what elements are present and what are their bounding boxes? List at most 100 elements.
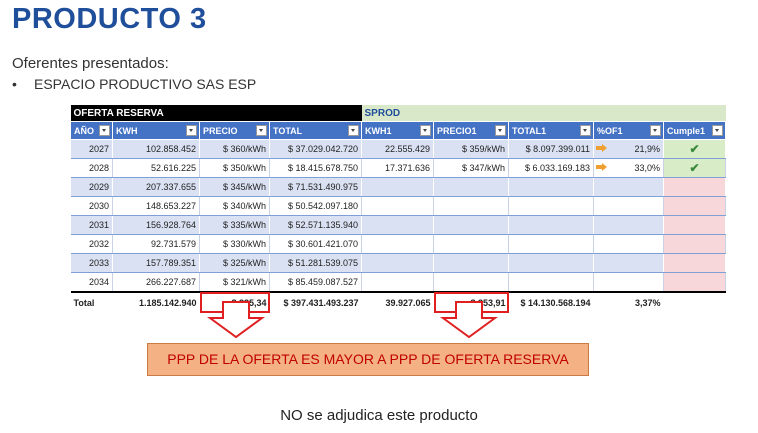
cell-precio: $ 321/kWh [199, 272, 270, 293]
cell-of1 [593, 253, 665, 273]
cell-kwh: 102.858.452 [112, 139, 200, 159]
cell-total: $ 30.601.421.070 [269, 234, 363, 254]
cell-precio: $ 340/kWh [199, 196, 270, 216]
column-header-label: TOTAL1 [512, 125, 547, 136]
column-header-año[interactable]: AÑO [70, 121, 113, 140]
cell-kwh1: 17.371.636 [361, 158, 435, 178]
cell-of1 [593, 215, 665, 235]
cell-year: 2031 [70, 215, 113, 235]
column-header-cumple1[interactable]: Cumple1 [663, 121, 727, 140]
offer-table-wrapper: OFERTA RESERVA SPROD AÑO KWH PRECIO TOTAL KW… [70, 105, 727, 313]
right-arrow-icon [596, 144, 608, 152]
filter-dropdown-icon[interactable] [580, 125, 592, 136]
right-arrow-icon [596, 163, 608, 171]
column-header-of1[interactable]: %OF1 [593, 121, 665, 140]
slide-title: PRODUCTO 3 [12, 3, 207, 35]
column-header-label: %OF1 [597, 125, 623, 136]
cell-total1: $ 8.097.399.011 [508, 139, 595, 159]
cell-cumple [663, 272, 727, 293]
cell-year: 2029 [70, 177, 113, 197]
cell-year: 2033 [70, 253, 113, 273]
group-header-oferta-reserva: OFERTA RESERVA [70, 105, 362, 122]
column-header-label: AÑO [74, 125, 94, 136]
cell-precio1: $ 359/kWh [433, 139, 510, 159]
filter-dropdown-icon[interactable] [712, 125, 724, 136]
cell-kwh: 52.616.225 [112, 158, 200, 178]
filter-dropdown-icon[interactable] [348, 125, 360, 136]
column-header-label: TOTAL [273, 125, 303, 136]
offer-table: OFERTA RESERVA SPROD AÑO KWH PRECIO TOTAL KW… [70, 105, 727, 313]
filter-dropdown-icon[interactable] [650, 125, 662, 136]
cell-cumple [663, 253, 727, 273]
column-header-kwh[interactable]: KWH [112, 121, 200, 140]
cell-kwh1 [361, 177, 435, 197]
column-header-precio[interactable]: PRECIO [199, 121, 270, 140]
column-header-row: AÑO KWH PRECIO TOTAL KWH1 PRECIO1 TOTAL1 %OF1 Cu… [70, 121, 727, 140]
cell-total1 [508, 196, 595, 216]
cell-cumple [663, 196, 727, 216]
cell-precio1 [433, 177, 510, 197]
cell-kwh: 266.227.687 [112, 272, 200, 293]
filter-dropdown-icon[interactable] [256, 125, 267, 136]
cell-total1 [508, 272, 595, 293]
column-header-kwh1[interactable]: KWH1 [361, 121, 435, 140]
total-kwh: 1.185.142.940 [112, 291, 200, 313]
cell-cumple [663, 234, 727, 254]
cell-kwh: 148.653.227 [112, 196, 200, 216]
table-row: 2030 148.653.227 $ 340/kWh $ 50.542.097.180 [70, 196, 727, 216]
cell-of1 [593, 177, 665, 197]
table-row: 2029 207.337.655 $ 345/kWh $ 71.531.490.975 [70, 177, 727, 197]
cell-of1-value: 33,0% [634, 163, 661, 173]
cell-total: $ 85.459.087.527 [269, 272, 363, 293]
column-header-total1[interactable]: TOTAL1 [508, 121, 595, 140]
check-icon: ✔ [689, 142, 700, 156]
cell-precio1 [433, 234, 510, 254]
filter-dropdown-icon[interactable] [495, 125, 507, 136]
cell-of1-value: 21,9% [634, 144, 661, 154]
cell-total1 [508, 234, 595, 254]
cell-kwh1 [361, 272, 435, 293]
column-header-precio1[interactable]: PRECIO1 [433, 121, 510, 140]
table-row: 2027 102.858.452 $ 360/kWh $ 37.029.042.720… [70, 139, 727, 159]
cell-total1 [508, 215, 595, 235]
down-arrow-icon-left [207, 301, 265, 339]
table-body: 2027 102.858.452 $ 360/kWh $ 37.029.042.720… [70, 139, 727, 293]
cell-cumple [663, 215, 727, 235]
bullet-item: • ESPACIO PRODUCTIVO SAS ESP [12, 76, 256, 92]
totals-row: Total 1.185.142.940 $ 335,34 $ 397.431.4… [70, 291, 726, 313]
filter-dropdown-icon[interactable] [420, 125, 432, 136]
group-header-sprod: SPROD [361, 105, 726, 122]
column-header-total[interactable]: TOTAL [268, 121, 363, 140]
cell-total1: $ 6.033.169.183 [508, 158, 595, 178]
cell-kwh1 [361, 234, 435, 254]
cell-total: $ 37.029.042.720 [269, 139, 363, 159]
cell-total1 [508, 253, 595, 273]
cell-kwh: 207.337.655 [112, 177, 200, 197]
total-of1: 3,37% [593, 291, 664, 313]
table-row: 2032 92.731.579 $ 330/kWh $ 30.601.421.070 [70, 234, 727, 254]
total-total1: $ 14.130.568.194 [508, 291, 594, 313]
total-cumple1 [663, 291, 726, 313]
cell-of1: 21,9% [593, 139, 665, 159]
cell-precio: $ 330/kWh [199, 234, 270, 254]
cell-kwh1 [361, 215, 435, 235]
cell-kwh: 156.928.764 [112, 215, 200, 235]
cell-year: 2032 [70, 234, 113, 254]
cell-kwh: 92.731.579 [112, 234, 200, 254]
total-kwh1: 39.927.065 [361, 291, 434, 313]
column-header-label: KWH [116, 125, 138, 136]
cell-total: $ 71.531.490.975 [269, 177, 363, 197]
cell-total: $ 50.542.097.180 [269, 196, 363, 216]
filter-dropdown-icon[interactable] [186, 125, 197, 136]
filter-dropdown-icon[interactable] [99, 125, 110, 136]
down-arrow-icon-right [440, 301, 498, 339]
cell-total: $ 51.281.539.075 [269, 253, 363, 273]
total-label: Total [70, 291, 113, 313]
column-header-label: Cumple1 [667, 125, 706, 136]
table-row: 2034 266.227.687 $ 321/kWh $ 85.459.087.527 [70, 272, 727, 293]
cell-precio1 [433, 253, 510, 273]
cell-precio1 [433, 215, 510, 235]
cell-kwh1: 22.555.429 [361, 139, 435, 159]
cell-of1 [593, 196, 665, 216]
cell-kwh: 157.789.351 [112, 253, 200, 273]
